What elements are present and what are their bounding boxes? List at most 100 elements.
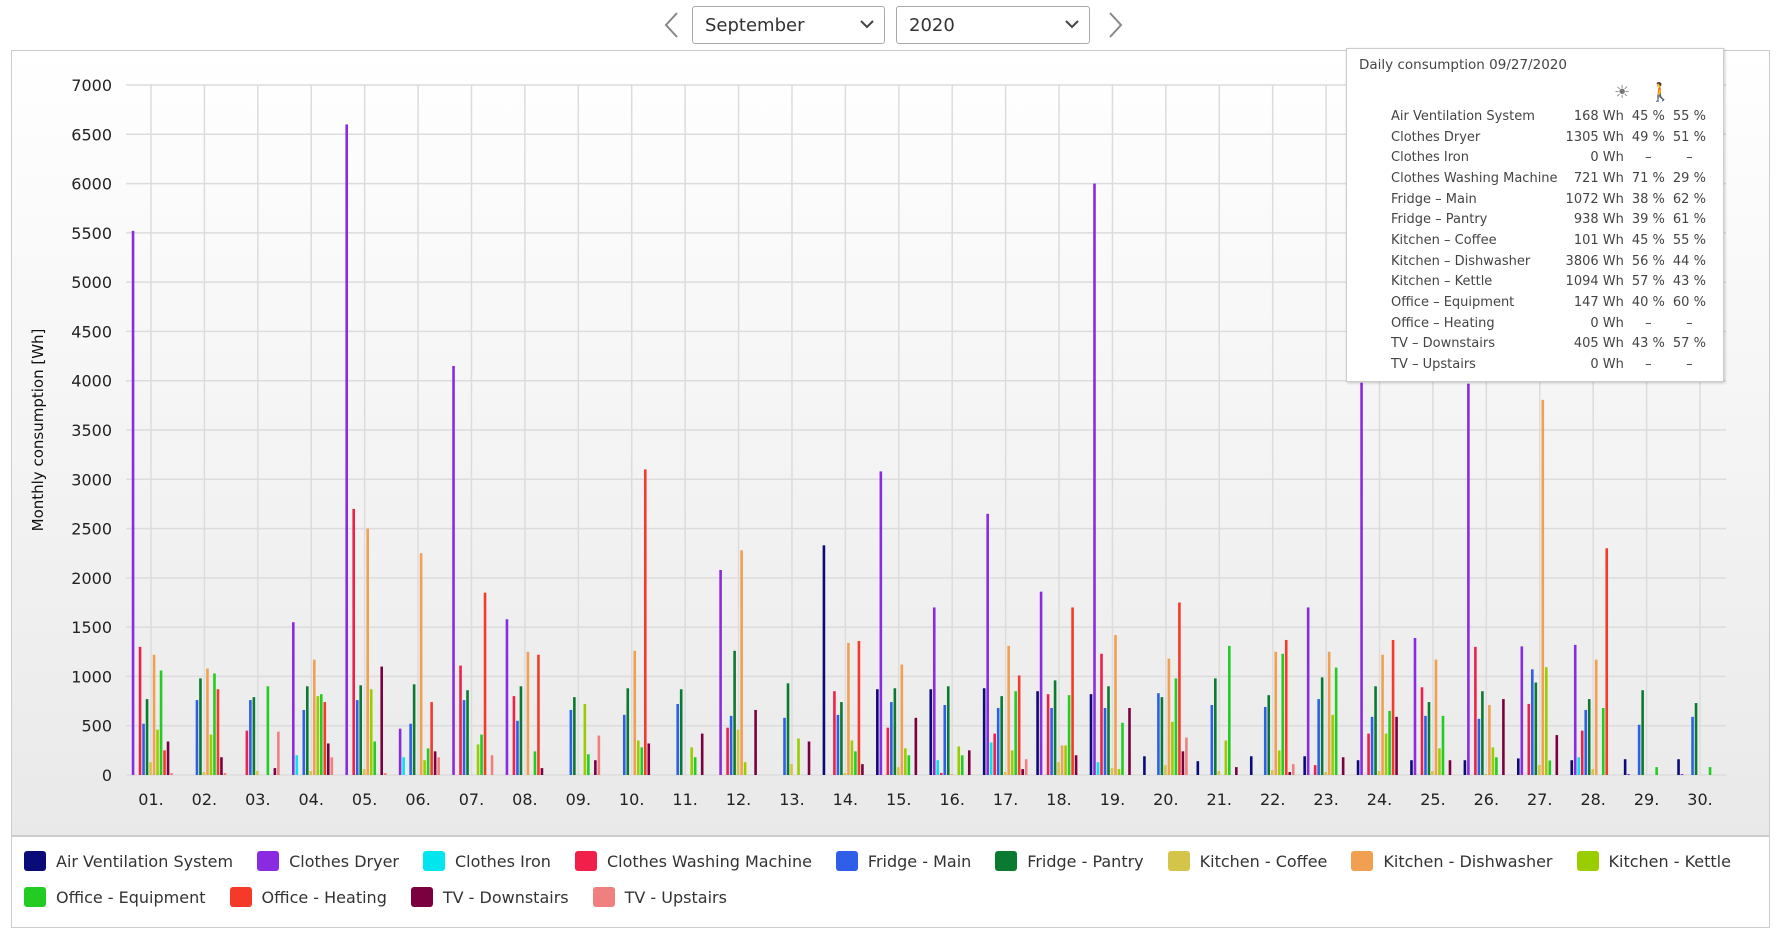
tooltip-row-person-percent: – [1686, 150, 1693, 166]
bar-kitchen-coffee [1377, 771, 1381, 775]
bar-office-equipment [213, 673, 216, 775]
bar-tv-downstairs [594, 760, 597, 775]
bar-clothes-washing-machine [1100, 653, 1103, 775]
legend-item[interactable]: Office - Equipment [24, 885, 206, 909]
bar-fridge-pantry [946, 686, 950, 775]
month-select[interactable]: September [692, 6, 885, 44]
tooltip-row-sun-percent: 39 % [1631, 212, 1665, 228]
x-tick-label: 20. [1153, 790, 1178, 809]
y-axis-label: Monthly consumption [Wh] [29, 329, 47, 532]
bar-tv-downstairs [1555, 735, 1559, 775]
tooltip-row-name: Kitchen – Kettle [1391, 274, 1493, 290]
bar-fridge-pantry [1053, 680, 1057, 775]
bar-office-equipment [1655, 767, 1658, 775]
bar-kitchen-kettle [690, 747, 693, 775]
prev-month-button[interactable] [660, 10, 684, 40]
bar-office-heating [430, 702, 433, 775]
bar-fridge-main [1370, 716, 1374, 775]
x-tick-label: 22. [1260, 790, 1285, 809]
bar-office-heating [1284, 639, 1288, 775]
y-tick-label: 3000 [71, 470, 112, 489]
bar-kitchen-dishwasher [1381, 654, 1384, 775]
bar-office-equipment [1014, 691, 1017, 775]
bar-office-equipment [907, 755, 911, 775]
bar-tv-downstairs [166, 741, 170, 775]
bar-kitchen-coffee [1484, 774, 1488, 775]
bar-clothes-washing-machine [1580, 730, 1584, 775]
legend-item[interactable]: Kitchen - Kettle [1576, 849, 1731, 873]
legend-item[interactable]: Fridge - Pantry [995, 849, 1144, 873]
bar-clothes-dryer [1413, 637, 1417, 775]
y-tick-label: 6500 [71, 125, 112, 144]
bar-air-ventilation-system [1143, 756, 1146, 775]
tooltip-row-person-percent: – [1686, 357, 1693, 373]
bar-fridge-pantry [1587, 699, 1591, 775]
bar-fridge-pantry [1374, 686, 1377, 775]
bar-fridge-main [195, 700, 199, 775]
bar-clothes-dryer [1520, 646, 1524, 775]
bar-kitchen-kettle [1117, 769, 1121, 775]
bar-office-equipment [1334, 667, 1338, 775]
tooltip-row-sun-percent: – [1645, 357, 1652, 373]
bar-clothes-washing-machine [886, 727, 890, 775]
bar-fridge-pantry [1694, 703, 1698, 775]
legend-item[interactable]: Office - Heating [229, 885, 387, 909]
bar-office-equipment [960, 755, 964, 775]
tooltip-row-person-percent: 55 % [1672, 232, 1706, 248]
y-tick-label: 3500 [71, 421, 112, 440]
bar-tv-downstairs [273, 768, 277, 775]
bar-clothes-dryer [1467, 383, 1470, 775]
chevron-down-icon [860, 20, 874, 29]
tooltip-row: Fridge – Main 1072 Wh 38 % 62 % [1387, 189, 1710, 210]
legend-item[interactable]: Kitchen - Dishwasher [1351, 849, 1553, 873]
bar-kitchen-kettle [476, 744, 480, 775]
bar-tv-downstairs [1181, 751, 1185, 775]
tooltip-row-person-percent: 60 % [1672, 295, 1706, 311]
tooltip-row-sun-percent: – [1645, 150, 1652, 166]
bar-clothes-iron [1096, 762, 1100, 775]
bar-clothes-dryer [131, 230, 135, 775]
legend-item[interactable]: TV - Downstairs [410, 885, 569, 909]
legend-item[interactable]: Clothes Washing Machine [574, 849, 812, 873]
legend-item[interactable]: Clothes Iron [422, 849, 551, 873]
bar-kitchen-kettle [904, 748, 907, 775]
legend-swatch [24, 887, 46, 907]
y-tick-label: 6000 [71, 175, 112, 194]
legend-label: Air Ventilation System [56, 851, 234, 871]
bar-tv-downstairs [700, 733, 704, 775]
x-tick-label: 09. [566, 790, 591, 809]
tooltip-row-name: Clothes Dryer [1391, 129, 1481, 145]
legend-swatch [592, 887, 615, 907]
tooltip-row-value: 3806 Wh [1565, 253, 1624, 269]
bar-kitchen-coffee [1431, 771, 1434, 775]
bar-clothes-washing-machine [993, 733, 996, 775]
bar-fridge-main [943, 705, 947, 775]
bar-fridge-pantry [733, 650, 736, 775]
bar-clothes-dryer [1573, 644, 1577, 775]
bar-clothes-washing-machine [352, 508, 356, 775]
next-month-button[interactable] [1103, 10, 1127, 40]
bar-office-heating [483, 592, 487, 775]
year-select[interactable]: 2020 [896, 6, 1090, 44]
tooltip-row-person-percent: 44 % [1672, 253, 1706, 269]
tooltip-row-name: Clothes Washing Machine [1391, 170, 1558, 186]
bar-kitchen-coffee [309, 771, 313, 775]
bar-fridge-pantry [1107, 686, 1110, 775]
legend-item[interactable]: Clothes Dryer [257, 849, 399, 873]
legend-item[interactable]: TV - Upstairs [592, 885, 727, 909]
tooltip-row-person-percent: 61 % [1672, 212, 1706, 228]
bar-fridge-main [1424, 715, 1427, 775]
bar-kitchen-coffee [790, 764, 793, 775]
bar-kitchen-dishwasher [1327, 651, 1331, 775]
x-tick-label: 29. [1634, 790, 1659, 809]
bar-office-equipment [1228, 645, 1231, 775]
legend-item[interactable]: Air Ventilation System [24, 849, 233, 873]
legend-item[interactable]: Fridge - Main [835, 849, 971, 873]
bar-clothes-washing-machine [1527, 703, 1531, 775]
legend-label: Kitchen - Dishwasher [1383, 851, 1553, 871]
x-tick-label: 21. [1207, 790, 1232, 809]
bar-kitchen-coffee [1217, 771, 1221, 775]
legend-item[interactable]: Kitchen - Coffee [1167, 849, 1327, 873]
y-tick-label: 1000 [71, 667, 112, 686]
bar-fridge-main [409, 723, 412, 775]
